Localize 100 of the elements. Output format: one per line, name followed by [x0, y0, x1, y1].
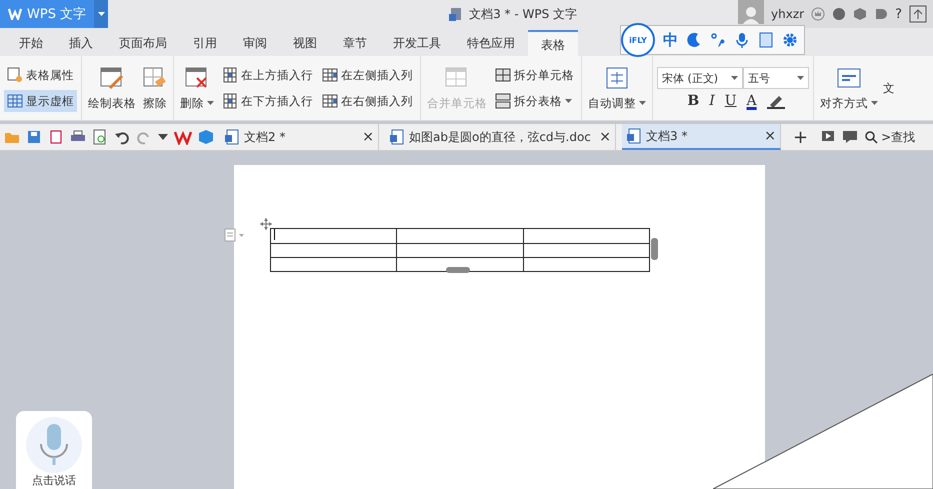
dropdown-button[interactable] [94, 0, 108, 28]
split-table-icon [495, 93, 511, 109]
table-cell[interactable] [396, 228, 523, 244]
highlighter-icon[interactable] [766, 93, 785, 109]
document-tab[interactable]: 如图ab是圆o的直径，弦cd与.doc × [385, 124, 616, 150]
document-icon [224, 129, 240, 145]
new-tab-button[interactable]: + [787, 126, 814, 148]
save-icon[interactable] [26, 129, 42, 145]
paragraph-icon[interactable] [224, 228, 246, 242]
insert-row-button[interactable]: 在下方插入行 [219, 90, 316, 112]
caret-icon [731, 76, 738, 80]
caret-icon [98, 12, 105, 16]
draw-table-button[interactable]: 绘制表格 [86, 66, 138, 110]
table-cell[interactable] [523, 244, 649, 258]
table-pencil-icon [100, 66, 124, 90]
table-gear-icon [7, 67, 23, 83]
ifly-badge[interactable]: iFLY [621, 23, 655, 57]
ribbon-tab[interactable]: 开始 [6, 30, 56, 56]
caret-icon [565, 99, 572, 103]
insert-column-icon [322, 93, 338, 109]
caret-icon [797, 76, 804, 80]
window-title: 文档3 * - WPS 文字 [469, 6, 578, 22]
table-cell[interactable] [523, 228, 649, 244]
add-column-handle[interactable] [650, 238, 658, 260]
split-cells-button[interactable]: 拆分单元格 [492, 64, 577, 86]
document-icon [626, 128, 642, 144]
help-button[interactable]: ? [895, 6, 902, 22]
ribbon-tab[interactable]: 特色应用 [454, 30, 528, 56]
eraser-icon [143, 66, 167, 90]
ribbon-tab[interactable]: 页面布局 [106, 30, 180, 56]
ribbon-tab[interactable]: 引用 [180, 30, 230, 56]
ribbon-tab[interactable]: 开发工具 [380, 30, 454, 56]
split-cells-icon [495, 67, 511, 83]
cube-icon[interactable] [853, 7, 868, 21]
table-cell[interactable] [270, 228, 396, 244]
document-icon [449, 7, 464, 21]
caret-icon[interactable] [158, 134, 168, 140]
input-mode-button[interactable]: 中 [663, 30, 678, 50]
autofit-button[interactable]: 自动调整 [586, 66, 648, 110]
table-cell[interactable] [270, 244, 396, 258]
table-cell[interactable] [270, 258, 396, 272]
insert-column-button[interactable]: 在左侧插入列 [319, 64, 416, 86]
ribbon-tab[interactable]: 视图 [280, 30, 330, 56]
logo-icon [8, 8, 22, 20]
show-gridlines-button[interactable]: 显示虚框 [4, 90, 77, 112]
keyboard-icon[interactable] [758, 32, 774, 48]
collapse-ribbon-icon[interactable] [909, 5, 927, 23]
delete-button[interactable]: 删除 [178, 66, 216, 110]
move-handle-icon[interactable] [260, 218, 272, 230]
microphone-icon [39, 422, 69, 468]
text-direction-button[interactable]: 文 [883, 80, 895, 96]
split-table-button[interactable]: 拆分表格 [492, 90, 577, 112]
search-button[interactable]: >查找 [864, 128, 916, 146]
table-delete-icon [185, 66, 209, 90]
caret-icon [207, 101, 214, 105]
document-tab[interactable]: 文档2 * × [220, 124, 379, 150]
erase-button[interactable]: 擦除 [141, 66, 169, 110]
crown-icon[interactable] [811, 7, 826, 21]
ribbon-tab[interactable]: 审阅 [230, 30, 280, 56]
document-tab[interactable]: 文档3 * × [622, 124, 781, 150]
voice-input-button[interactable]: 点击说话 [16, 411, 92, 489]
font-size-dropdown[interactable]: 五号 [743, 67, 809, 89]
insert-row-button[interactable]: 在上方插入行 [219, 64, 316, 86]
settings-icon[interactable] [782, 32, 798, 48]
table-properties-button[interactable]: 表格属性 [4, 64, 77, 86]
insert-column-icon [322, 67, 338, 83]
punctuation-icon[interactable] [710, 32, 726, 48]
caret-icon [871, 101, 878, 105]
format-button[interactable]: A [746, 93, 757, 109]
wps-logo-icon[interactable] [174, 129, 192, 145]
export-pdf-icon[interactable] [48, 129, 64, 145]
alignment-icon [837, 66, 861, 90]
format-button[interactable]: I [709, 93, 715, 109]
grid-icon [7, 93, 23, 109]
ribbon-tab[interactable]: 插入 [56, 30, 106, 56]
print-preview-icon[interactable] [92, 129, 108, 145]
close-button[interactable]: × [362, 129, 374, 145]
insert-column-button[interactable]: 在右侧插入列 [319, 90, 416, 112]
microphone-icon[interactable] [734, 32, 750, 48]
table-cell[interactable] [523, 258, 649, 272]
insert-row-icon [222, 93, 238, 109]
ribbon-tab[interactable]: 表格 [528, 30, 578, 56]
caret-icon [639, 101, 646, 105]
user-name[interactable]: yhxzr [771, 7, 804, 21]
close-button[interactable]: × [599, 129, 611, 145]
font-dropdown[interactable]: 宋体 (正文) [657, 67, 743, 89]
table-cell[interactable] [396, 244, 523, 258]
format-button[interactable]: B [687, 93, 700, 109]
search-icon [864, 130, 878, 144]
comment-icon[interactable] [842, 129, 858, 145]
add-row-handle[interactable] [446, 267, 470, 273]
format-button[interactable]: U [724, 93, 737, 109]
ribbon-tab[interactable]: 章节 [330, 30, 380, 56]
table-fit-icon [605, 66, 629, 90]
moon-icon[interactable] [686, 32, 702, 48]
align-button[interactable]: 对齐方式 [818, 66, 880, 110]
document-icon [389, 129, 405, 145]
table-icon [445, 66, 469, 90]
cube-icon[interactable] [198, 129, 214, 145]
close-button[interactable]: × [764, 128, 776, 144]
